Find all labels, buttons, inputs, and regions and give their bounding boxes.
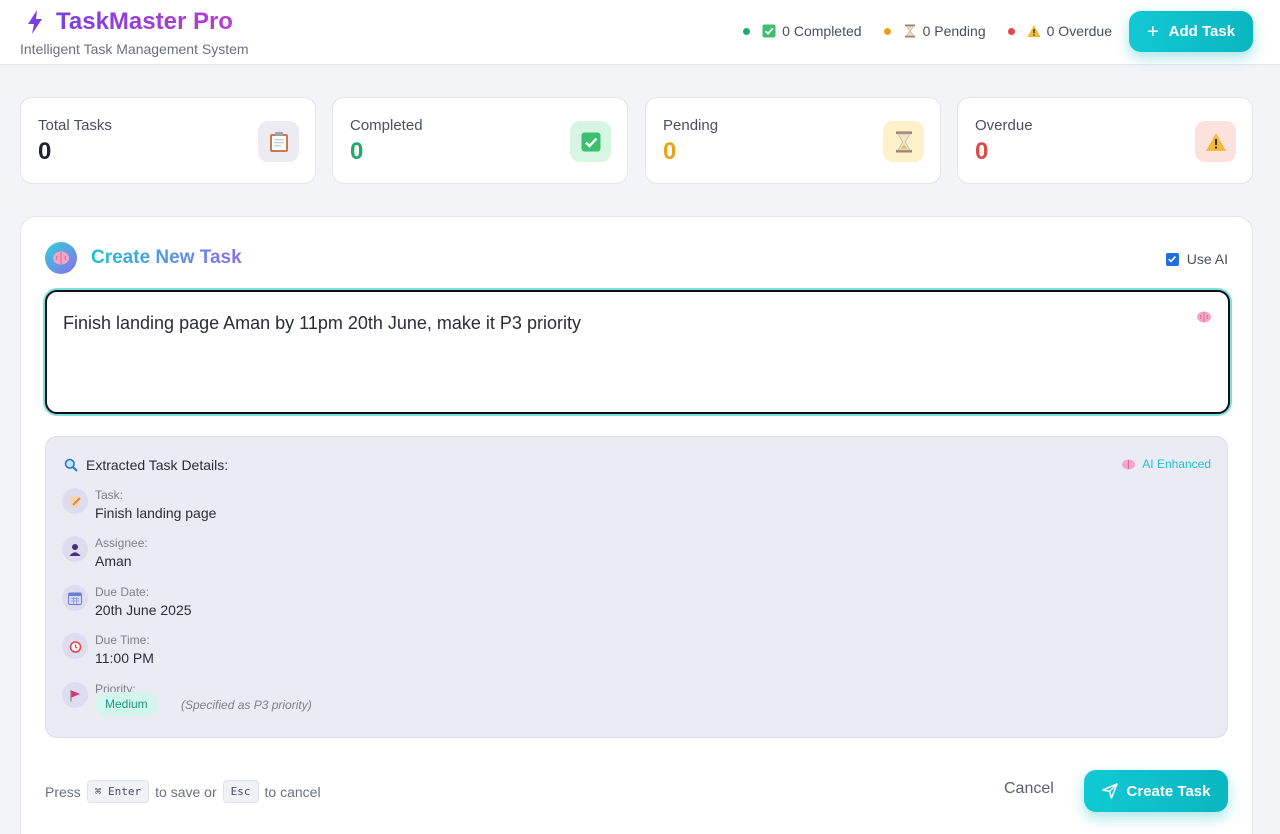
card-icon-wrap (883, 121, 924, 162)
send-icon (1101, 783, 1118, 799)
card-label: Overdue (975, 117, 1033, 134)
detail-label: Assignee: (95, 536, 148, 550)
esc-key: Esc (222, 780, 259, 803)
flag-icon (62, 682, 88, 708)
brain-icon (1122, 459, 1136, 469)
brain-icon-badge (45, 242, 77, 274)
card-value: 0 (975, 138, 989, 165)
details-heading: Extracted Task Details: (64, 457, 228, 473)
stat-card-pending: Pending 0 (645, 97, 941, 184)
hint-press: Press (45, 783, 81, 800)
status-dot (883, 27, 891, 35)
create-task-button[interactable]: Create Task (1084, 770, 1228, 812)
completed-count: 0 Completed (782, 23, 862, 39)
ai-enhanced-text: AI Enhanced (1142, 457, 1211, 471)
extracted-details: Extracted Task Details: AI Enhanced Task… (45, 436, 1228, 738)
use-ai-label: Use AI (1186, 251, 1228, 267)
card-icon-wrap (258, 121, 299, 162)
check-icon (1168, 256, 1177, 263)
detail-label: Due Time: (95, 633, 150, 647)
check-box-icon (581, 132, 600, 151)
status-dot (1007, 27, 1015, 35)
warning-icon (1205, 132, 1226, 151)
pending-count: 0 Pending (922, 23, 986, 39)
brain-icon (53, 251, 69, 265)
header-stat-pending: 0 Pending (883, 23, 986, 39)
use-ai-checkbox[interactable] (1165, 252, 1179, 266)
detail-value: Aman (95, 553, 132, 569)
card-value: 0 (350, 138, 364, 165)
detail-value: 20th June 2025 (95, 602, 192, 618)
header-stat-completed: 0 Completed (743, 23, 862, 39)
card-label: Pending (663, 117, 719, 134)
stat-card-total: Total Tasks 0 (20, 97, 316, 184)
stat-card-overdue: Overdue 0 (957, 97, 1253, 184)
cancel-button[interactable]: Cancel (1004, 780, 1054, 798)
stat-card-completed: Completed 0 (332, 97, 628, 184)
card-value: 0 (38, 138, 52, 165)
keyboard-hint: Press ⌘ Enter to save or Esc to cancel (45, 780, 321, 803)
card-label: Total Tasks (38, 117, 112, 134)
hourglass-icon (904, 24, 915, 38)
magnifier-icon (64, 458, 78, 472)
card-label: Completed (350, 117, 423, 134)
hint-cancel: to cancel (264, 783, 321, 800)
hourglass-icon (895, 131, 912, 152)
brain-icon (1197, 311, 1211, 323)
card-value: 0 (663, 138, 677, 165)
panel-title: Create New Task (91, 247, 242, 268)
priority-note: (Specified as P3 priority) (181, 698, 312, 712)
alarm-clock-icon (62, 633, 88, 659)
detail-label: Due Date: (95, 585, 150, 599)
calendar-icon (62, 585, 88, 611)
ai-enhanced-badge: AI Enhanced (1121, 457, 1211, 471)
details-heading-text: Extracted Task Details: (86, 457, 229, 473)
app-subtitle: Intelligent Task Management System (20, 41, 249, 57)
clipboard-icon (269, 131, 288, 152)
enter-key: ⌘ Enter (86, 780, 150, 803)
lightning-icon (28, 10, 42, 34)
warning-icon (1027, 25, 1041, 37)
card-icon-wrap (1195, 121, 1236, 162)
plus-icon: + (1146, 20, 1159, 43)
detail-value: 11:00 PM (95, 650, 154, 666)
status-dot (743, 27, 751, 35)
memo-icon (62, 488, 88, 514)
user-icon (62, 536, 88, 562)
app-header: TaskMaster Pro Intelligent Task Manageme… (0, 0, 1280, 65)
use-ai-toggle[interactable]: Use AI (1165, 251, 1228, 267)
card-icon-wrap (570, 121, 611, 162)
header-stats: 0 Completed 0 Pending 0 Overdue (743, 23, 1112, 39)
create-task-label: Create Task (1126, 782, 1211, 800)
add-task-button[interactable]: + Add Task (1129, 11, 1253, 52)
add-task-label: Add Task (1168, 23, 1236, 40)
detail-value: Finish landing page (95, 505, 217, 521)
task-input[interactable]: Finish landing page Aman by 11pm 20th Ju… (45, 290, 1230, 414)
hint-save: to save or (155, 783, 217, 800)
create-task-panel: Create New Task Use AI Finish landing pa… (20, 216, 1253, 834)
app-title: TaskMaster Pro (56, 8, 233, 35)
detail-label: Task: (95, 488, 124, 502)
overdue-count: 0 Overdue (1046, 23, 1112, 39)
task-input-text[interactable]: Finish landing page Aman by 11pm 20th Ju… (63, 313, 581, 334)
priority-badge: Medium (95, 692, 158, 716)
brand: TaskMaster Pro (24, 8, 233, 36)
check-box-icon (762, 24, 776, 38)
header-stat-overdue: 0 Overdue (1007, 23, 1112, 39)
